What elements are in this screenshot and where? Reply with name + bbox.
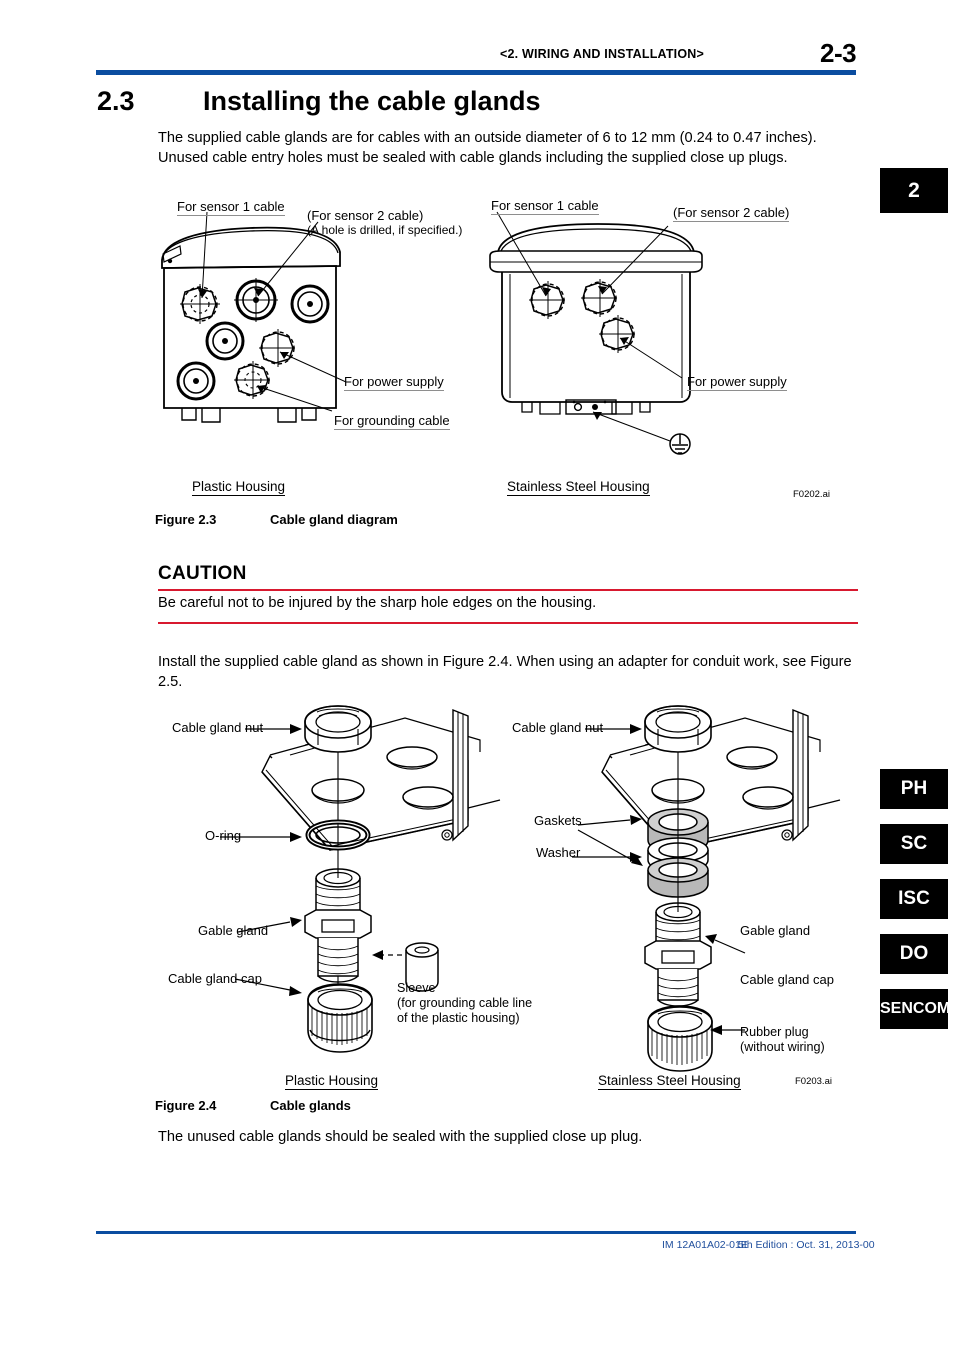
caution-heading: CAUTION (158, 563, 247, 584)
side-tab-sc[interactable]: SC (880, 824, 948, 864)
callout-stainless-gland: Gable gland (740, 923, 811, 938)
callout-sleeve-line2: (for grounding cable line (397, 996, 533, 1010)
caution-text: Be careful not to be injured by the shar… (158, 595, 597, 611)
caution-rule-top (158, 589, 858, 591)
install-note-paragraph: Install the supplied cable gland as show… (158, 654, 852, 690)
callout-plastic-ground: For grounding cable (334, 413, 450, 430)
callout-stainless-power: For power supply (687, 374, 787, 391)
callout-sleeve-line3: of the plastic housing) (397, 1011, 520, 1025)
callout-sleeve-line1: Sleeve (397, 981, 436, 995)
stainless-housing-label-fig24: Stainless Steel Housing (598, 1073, 741, 1090)
callout-stainless-nut: Cable gland nut (512, 720, 604, 735)
figure-2-3-graphic (150, 196, 860, 486)
callout-plastic-sensor2-note: (A hole is drilled, if specified.) (307, 223, 463, 237)
stainless-housing-label-fig23: Stainless Steel Housing (507, 479, 650, 496)
figure-2-3-caption-number: Figure 2.3 (155, 512, 217, 527)
callout-plastic-cap: Cable gland cap (168, 971, 262, 986)
document-page: <2. WIRING AND INSTALLATION> 2-3 2.3 Ins… (0, 0, 954, 1350)
callout-gaskets: Gaskets (534, 813, 582, 828)
page-title: Installing the cable glands (203, 86, 541, 116)
callout-plastic-oring: O-ring (205, 828, 242, 843)
figure-2-4-caption: Figure 2.4 Cable glands (155, 1098, 351, 1113)
figure-2-4-caption-title: Cable glands (270, 1098, 351, 1113)
callout-plastic-gland: Gable gland (198, 923, 269, 938)
callout-rubber-plug-line1: Rubber plug (740, 1025, 809, 1039)
figure-2-3-caption-title: Cable gland diagram (270, 512, 398, 527)
side-tab-isc[interactable]: ISC (880, 879, 948, 919)
figure-2-4-caption-number: Figure 2.4 (155, 1098, 217, 1113)
callout-plastic-power: For power supply (344, 374, 444, 391)
callout-plastic-nut: Cable gland nut (172, 720, 264, 735)
callout-plastic-sensor2: (For sensor 2 cable) (307, 208, 424, 223)
callout-washer: Washer (536, 845, 581, 860)
callout-plastic-sensor1: For sensor 1 cable (177, 199, 285, 216)
callout-sleeve: Sleeve (for grounding cable line of the … (397, 981, 532, 1026)
callout-rubber-plug: Rubber plug (without wiring) (740, 1025, 825, 1055)
figure-2-3-caption: Figure 2.3 Cable gland diagram (155, 512, 398, 527)
plastic-housing-label-fig24: Plastic Housing (285, 1073, 379, 1090)
footer-document-number: IM 12A01A02-01E (662, 1239, 748, 1251)
callout-rubber-plug-line2: (without wiring) (740, 1040, 825, 1054)
footer-rule (96, 1231, 856, 1234)
side-tab-ph[interactable]: PH (880, 769, 948, 809)
side-tab-sencom[interactable]: SENCOM (880, 989, 950, 1029)
section-number: 2.3 (97, 86, 135, 116)
figure-2-3-ai-tag: F0202.ai (793, 489, 830, 500)
header-rule (96, 70, 856, 75)
callout-stainless-cap: Cable gland cap (740, 972, 834, 987)
figure-2-4-ai-tag: F0203.ai (795, 1076, 832, 1087)
header-chapter-title: <2. WIRING AND INSTALLATION> (500, 47, 704, 61)
caution-rule-bottom (158, 622, 858, 624)
plastic-housing-label-fig23: Plastic Housing (192, 479, 286, 496)
header-page-number: 2-3 (820, 38, 857, 68)
side-tab-chapter-2[interactable]: 2 (880, 168, 948, 213)
closing-paragraph: The unused cable glands should be sealed… (158, 1129, 643, 1145)
intro-paragraph: The supplied cable glands are for cables… (158, 130, 817, 166)
side-tab-do[interactable]: DO (880, 934, 948, 974)
callout-stainless-sensor2: (For sensor 2 cable) (673, 205, 790, 222)
footer-edition: 5th Edition : Oct. 31, 2013-00 (738, 1239, 875, 1251)
callout-stainless-sensor1: For sensor 1 cable (491, 198, 599, 215)
